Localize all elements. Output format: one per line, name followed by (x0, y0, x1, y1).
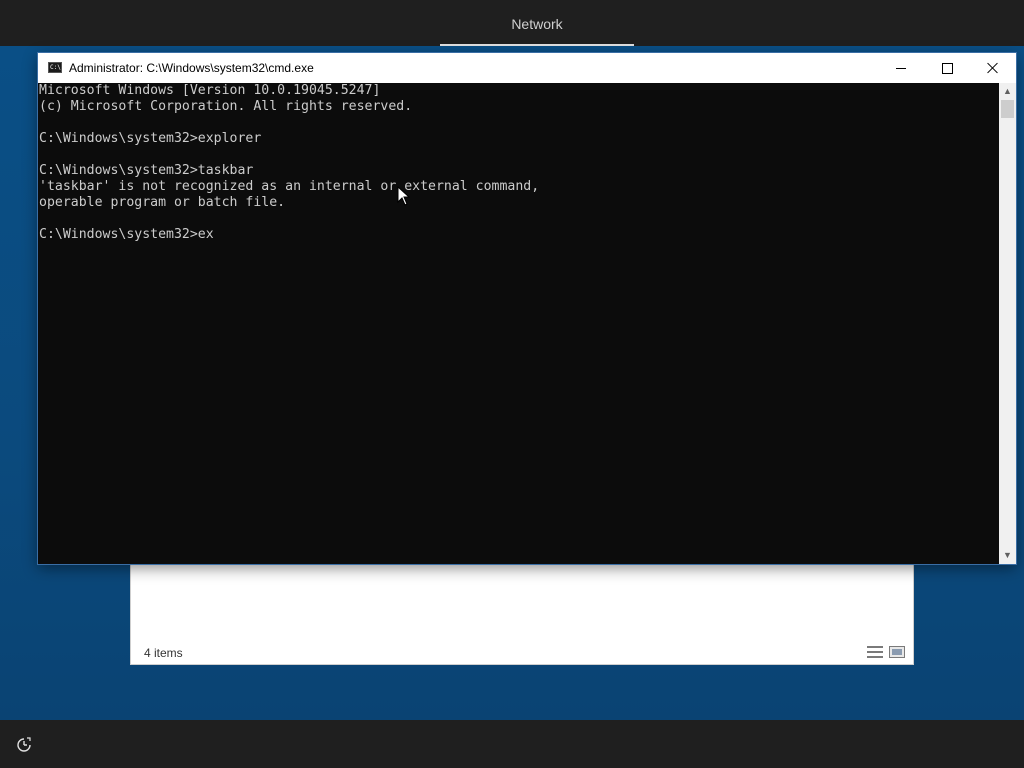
scroll-thumb[interactable] (1001, 100, 1014, 118)
cmd-app-icon (48, 62, 62, 73)
large-icons-view-icon[interactable] (889, 646, 905, 658)
cmd-titlebar[interactable]: Administrator: C:\Windows\system32\cmd.e… (38, 53, 1016, 83)
console-line: 'taskbar' is not recognized as an intern… (39, 179, 540, 194)
tab-network-label: Network (511, 16, 563, 32)
close-icon (987, 62, 999, 74)
window-title: Administrator: C:\Windows\system32\cmd.e… (69, 61, 314, 75)
minimize-icon (896, 67, 906, 69)
top-bar: Network (0, 0, 1024, 46)
minimize-button[interactable] (878, 53, 924, 83)
scroll-down-icon[interactable]: ▼ (999, 547, 1016, 564)
status-bar-item-count: 4 items (144, 646, 183, 660)
bottom-bar (0, 720, 1024, 768)
vertical-scrollbar[interactable]: ▲ ▼ (999, 83, 1016, 564)
close-button[interactable] (970, 53, 1016, 83)
console-line: (c) Microsoft Corporation. All rights re… (39, 99, 413, 114)
scroll-up-icon[interactable]: ▲ (999, 83, 1016, 100)
maximize-button[interactable] (924, 53, 970, 83)
mouse-cursor-icon (397, 186, 411, 206)
ease-of-access-icon[interactable] (16, 737, 32, 753)
console-prompt-line[interactable]: C:\Windows\system32>ex (39, 227, 999, 243)
cmd-window[interactable]: Administrator: C:\Windows\system32\cmd.e… (38, 53, 1016, 564)
details-view-icon[interactable] (867, 646, 883, 658)
console-line: operable program or batch file. (39, 195, 286, 210)
maximize-icon (941, 62, 953, 74)
console-output[interactable]: Microsoft Windows [Version 10.0.19045.52… (39, 83, 999, 563)
explorer-window[interactable]: 4 items (130, 562, 914, 665)
console-line: C:\Windows\system32>explorer (39, 131, 262, 146)
console-line: C:\Windows\system32>taskbar (39, 163, 254, 178)
console-line: Microsoft Windows [Version 10.0.19045.52… (39, 83, 381, 98)
view-buttons (867, 646, 905, 658)
tab-network[interactable]: Network (440, 0, 634, 46)
